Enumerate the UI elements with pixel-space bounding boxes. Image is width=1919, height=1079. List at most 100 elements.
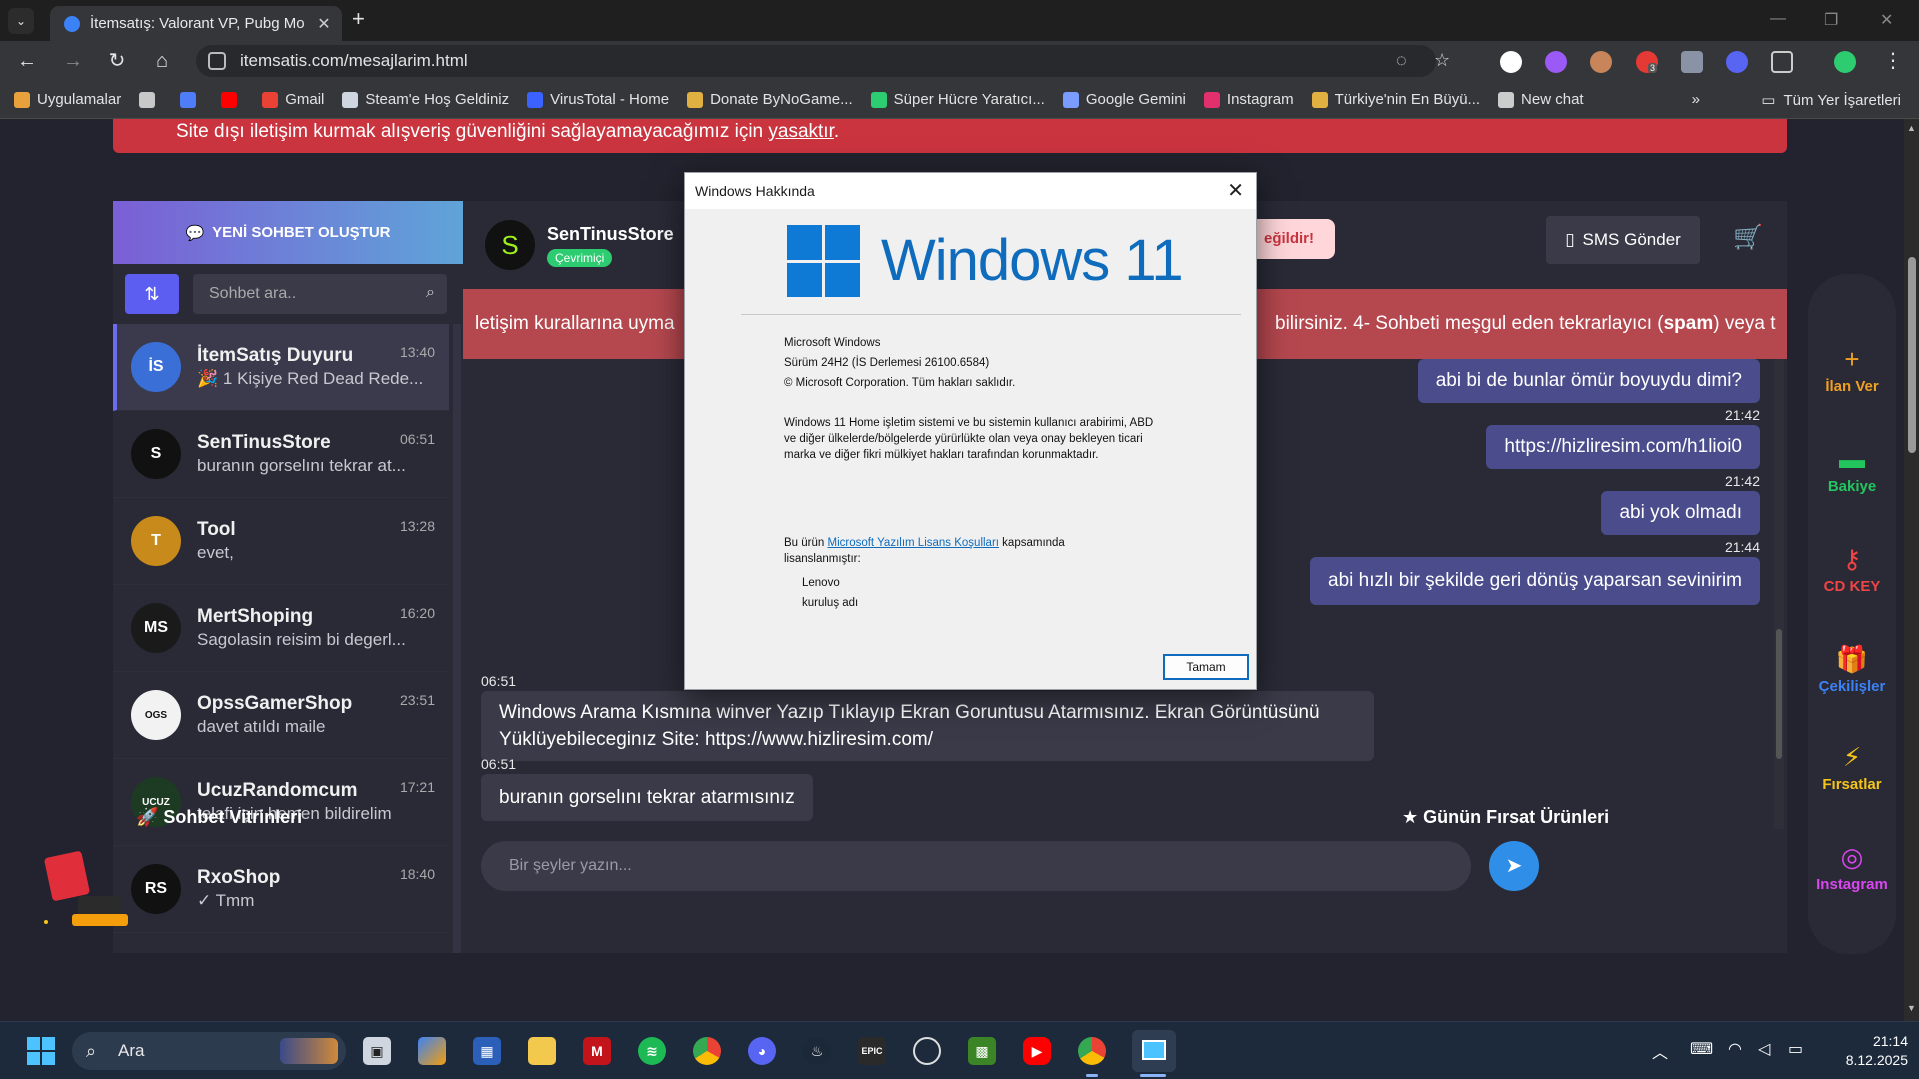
extension-discord-icon[interactable] — [1726, 51, 1748, 73]
sort-icon[interactable]: ⇅ — [125, 274, 179, 314]
reload-icon[interactable]: ↻ — [104, 49, 130, 73]
bookmark-item[interactable]: Türkiye'nin En Büyü... — [1311, 91, 1480, 108]
close-window-button[interactable]: ✕ — [1880, 10, 1893, 30]
bookmark-item[interactable]: VirusTotal - Home — [527, 91, 669, 108]
more-menu-icon[interactable]: ⋮ — [1880, 49, 1906, 73]
bookmark-item[interactable]: Steam'e Hoş Geldiniz — [342, 91, 509, 108]
message-input[interactable]: Bir şeyler yazın... — [481, 841, 1471, 891]
taskbar-search-box[interactable]: ⌕ Ara — [72, 1032, 346, 1070]
store-icon[interactable]: ▦ — [473, 1037, 501, 1065]
start-button[interactable] — [26, 1036, 56, 1066]
chat-scroll-thumb[interactable] — [1776, 629, 1782, 759]
browser-tab-active[interactable]: İtemsatış: Valorant VP, Pubg Mo ✕ — [50, 6, 342, 41]
back-icon[interactable]: ← — [14, 49, 40, 73]
send-icon[interactable]: ➤ — [1489, 841, 1539, 891]
cart-icon[interactable]: 🛒 — [1733, 223, 1763, 252]
conversation-item[interactable]: S SenTinusStore buranın gorselını tekrar a… — [113, 411, 449, 498]
scroll-down-icon[interactable]: ▼ — [1907, 1003, 1916, 1013]
sms-send-button[interactable]: ▯ SMS Gönder — [1546, 216, 1700, 264]
address-bar[interactable]: itemsatis.com/mesajlarim.html ◌ ☆ — [196, 45, 1450, 77]
outgoing-message[interactable]: https://hizliresim.com/h1lioi0 — [1486, 425, 1760, 469]
minecraft-icon[interactable]: ▩ — [968, 1037, 996, 1065]
bynogame-icon-2 — [1311, 91, 1328, 108]
page-scroll-thumb[interactable] — [1908, 257, 1916, 453]
bookmark-star-icon[interactable]: ☆ — [1434, 50, 1450, 71]
windows-flag-icon — [787, 225, 860, 297]
quick-menu-item[interactable]: 🎁 Çekilişler — [1808, 644, 1896, 695]
bookmark-item[interactable] — [139, 91, 162, 108]
new-chat-button[interactable]: 💬 YENİ SOHBET OLUŞTUR — [113, 201, 463, 264]
forward-icon[interactable]: → — [60, 49, 86, 73]
conversation-avatar: RS — [131, 864, 181, 914]
bookmark-item[interactable] — [221, 91, 244, 108]
file-explorer-icon[interactable] — [528, 1037, 556, 1065]
bookmark-item[interactable]: Süper Hücre Yaratıcı... — [870, 91, 1045, 108]
bookmark-item[interactable]: Gmail — [262, 91, 324, 108]
taskbar-clock[interactable]: 21:14 8.12.2025 — [1828, 1032, 1908, 1070]
quick-menu-item[interactable]: ⚷ CD KEY — [1808, 544, 1896, 595]
mcafee-icon[interactable]: M — [583, 1037, 611, 1065]
extension-badge-icon[interactable]: 3 — [1636, 51, 1658, 73]
close-icon[interactable]: ✕ — [1227, 173, 1244, 209]
extensions-puzzle-icon[interactable] — [1771, 51, 1793, 73]
chat-scrollbar[interactable] — [1774, 359, 1784, 829]
battery-icon[interactable]: ▭ — [1788, 1039, 1803, 1059]
conversation-item[interactable]: OGS OpssGamerShop davet atıldı maile 23:51 — [113, 672, 449, 759]
bookmarks-overflow-button[interactable]: » — [1692, 91, 1700, 108]
quick-menu-item[interactable]: ⚡ Fırsatlar — [1808, 742, 1896, 793]
profile-avatar-icon[interactable] — [1834, 51, 1856, 73]
bookmark-item[interactable]: Donate ByNoGame... — [687, 91, 853, 108]
conversation-scrollbar[interactable] — [453, 324, 461, 953]
extension-shield-icon[interactable] — [1681, 51, 1703, 73]
eye-off-icon[interactable]: ◌ — [1396, 50, 1407, 71]
chrome-icon[interactable] — [693, 1037, 721, 1065]
winver-task-icon[interactable] — [1132, 1030, 1176, 1072]
bookmark-label: VirusTotal - Home — [550, 91, 670, 108]
conversation-item[interactable]: UCUZ UcuzRandomcum telafi için hemen bildi… — [113, 759, 449, 846]
home-icon[interactable]: ⌂ — [149, 49, 175, 73]
all-bookmarks-folder[interactable]: ▭ Tüm Yer İşaretleri — [1761, 81, 1901, 119]
task-view-icon[interactable]: ▣ — [363, 1037, 391, 1065]
discord-icon[interactable]: ◕ — [748, 1037, 776, 1065]
chrome-profile-icon[interactable] — [1078, 1037, 1106, 1065]
minimize-button[interactable]: — — [1770, 10, 1786, 28]
bookmark-item[interactable]: Uygulamalar — [14, 91, 121, 108]
close-tab-icon[interactable]: ✕ — [312, 14, 336, 34]
conversation-item[interactable]: RS RxoShop ✓ Tmm 18:40 — [113, 846, 449, 933]
extension-w-icon[interactable] — [1500, 51, 1522, 73]
conversation-search-input[interactable]: Sohbet ara.. ⌕ — [193, 274, 447, 314]
conversation-item[interactable]: MS MertShoping Sagolasin reisim bi degerl.… — [113, 585, 449, 672]
youtube-icon[interactable]: ▶ — [1023, 1037, 1051, 1065]
bookmark-item[interactable]: Google Gemini — [1062, 91, 1186, 108]
license-terms-link[interactable]: Microsoft Yazılım Lisans Koşulları — [827, 537, 999, 549]
page-scrollbar[interactable]: ▲ ▼ — [1904, 119, 1919, 1021]
spotify-icon[interactable]: ≋ — [638, 1037, 666, 1065]
warning-link[interactable]: yasaktır — [768, 121, 833, 142]
quick-menu-item[interactable]: + İlan Ver — [1808, 344, 1896, 395]
quick-menu-item[interactable]: ◎ Instagram — [1808, 842, 1896, 893]
bookmark-item[interactable]: New chat — [1498, 91, 1584, 108]
extension-avatar-icon[interactable] — [1590, 51, 1612, 73]
bookmark-item[interactable] — [180, 91, 203, 108]
wifi-icon[interactable]: ◠ — [1728, 1039, 1742, 1059]
quick-menu-item[interactable]: ▬ Bakiye — [1808, 444, 1896, 495]
conversation-item[interactable]: T Tool evet, 13:28 — [113, 498, 449, 585]
new-tab-button[interactable]: + — [352, 8, 365, 30]
pubg-uc-promo-badge[interactable] — [40, 844, 130, 934]
bookmark-item[interactable]: Instagram — [1203, 91, 1294, 108]
keyboard-icon[interactable]: ⌨ — [1690, 1039, 1713, 1059]
extension-drop-icon[interactable] — [1545, 51, 1567, 73]
copilot-icon[interactable] — [418, 1037, 446, 1065]
tray-overflow-icon[interactable]: ︿ — [1652, 1039, 1668, 1063]
ok-button[interactable]: Tamam — [1163, 654, 1249, 680]
maximize-button[interactable]: ❐ — [1824, 10, 1838, 30]
obs-icon[interactable] — [913, 1037, 941, 1065]
volume-icon[interactable]: ◁ — [1758, 1039, 1770, 1059]
conversation-item[interactable]: İS İtemSatış Duyuru 🎉 1 Kişiye Red Dead Re… — [113, 324, 449, 411]
tab-search-button[interactable]: ⌄ — [8, 8, 34, 34]
bookmark-label: Google Gemini — [1085, 91, 1186, 108]
epic-games-icon[interactable]: EPIC — [858, 1037, 886, 1065]
site-info-icon[interactable] — [208, 52, 226, 70]
scroll-up-icon[interactable]: ▲ — [1907, 123, 1916, 133]
steam-icon[interactable]: ♨ — [803, 1037, 831, 1065]
